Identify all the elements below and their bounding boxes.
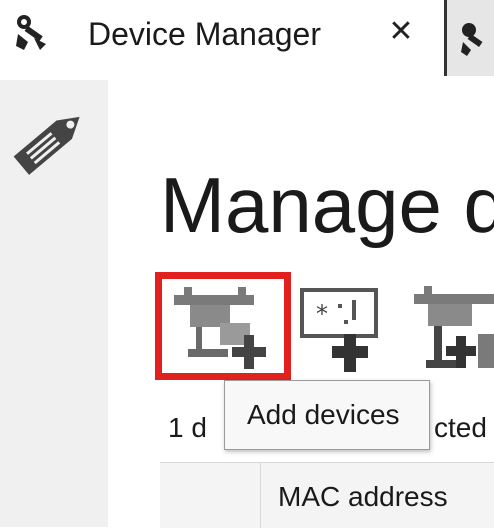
- device-manager-icon: [14, 12, 50, 52]
- status-text: 1 d: [168, 412, 207, 443]
- add-device-configuration-icon: *: [300, 288, 378, 372]
- tooltip-label: Add devices: [247, 399, 400, 430]
- add-device-configuration-button[interactable]: *: [300, 284, 380, 374]
- status-text-suffix: cted: [434, 412, 487, 443]
- page-title: Manage d: [160, 161, 494, 249]
- add-devices-tooltip: Add devices: [224, 380, 430, 450]
- window-title: Device Manager: [88, 16, 321, 52]
- close-tab-button[interactable]: ✕: [386, 12, 416, 52]
- mac-address-column-header[interactable]: MAC address: [278, 481, 448, 513]
- left-rail: [0, 80, 108, 527]
- add-devices-button[interactable]: [155, 272, 291, 380]
- table-header: MAC address: [160, 462, 494, 528]
- add-device-network-icon: [414, 286, 494, 368]
- select-column-header[interactable]: [160, 463, 261, 528]
- device-manager-icon: [459, 20, 489, 56]
- tag-icon[interactable]: [6, 100, 98, 175]
- title-bar: Device Manager ✕: [0, 0, 494, 80]
- svg-text:*: *: [316, 300, 328, 328]
- add-device-network-button[interactable]: [408, 284, 494, 374]
- next-tab[interactable]: [444, 0, 494, 76]
- add-devices-icon: [174, 287, 266, 369]
